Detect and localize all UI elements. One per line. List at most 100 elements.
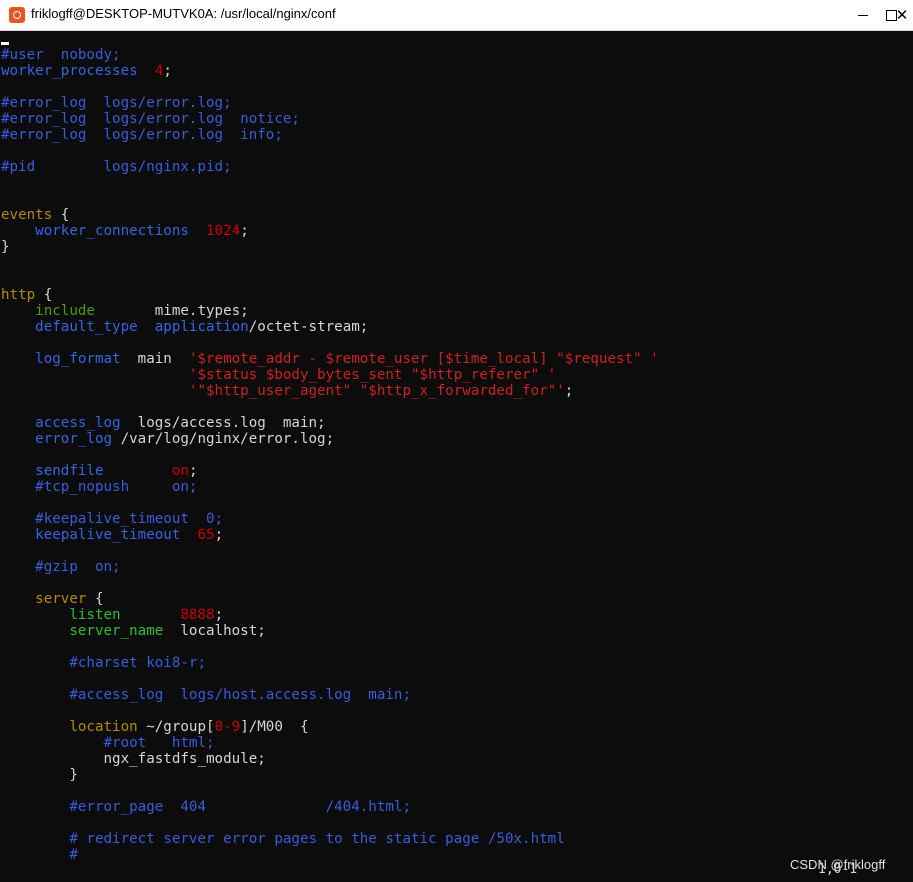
code-line: #tcp_nopush on;	[1, 479, 197, 495]
window-title: friklogff@DESKTOP-MUTVK0A: /usr/local/ng…	[31, 6, 336, 21]
code-token: sendfile	[35, 463, 104, 479]
code-token: listen	[69, 607, 121, 623]
code-line: server {	[1, 591, 104, 607]
code-token: localhost;	[163, 623, 266, 639]
code-token: 0-9	[214, 719, 241, 735]
code-token: #charset koi8-r;	[69, 655, 207, 671]
code-line: #error_page 404 /404.html;	[1, 799, 411, 815]
code-token: log_format	[35, 351, 121, 367]
code-line: include mime.types;	[1, 303, 249, 319]
code-token: ;	[240, 223, 249, 239]
code-line: #gzip on;	[1, 559, 121, 575]
code-line: worker_processes 4;	[1, 63, 172, 79]
code-line: #user nobody;	[1, 47, 121, 63]
code-token: server_name	[69, 623, 164, 639]
code-token: #error_log logs/error.log notice;	[1, 111, 300, 127]
code-line: server_name localhost;	[1, 623, 266, 639]
code-line: listen 8888;	[1, 607, 223, 623]
code-token: ;	[163, 63, 172, 79]
code-line: error_log /var/log/nginx/error.log;	[1, 431, 334, 447]
code-token: access_log	[35, 415, 121, 431]
code-token: events	[1, 207, 53, 223]
code-token: #error_log logs/error.log;	[1, 95, 232, 111]
title-bar: friklogff@DESKTOP-MUTVK0A: /usr/local/ng…	[0, 0, 913, 31]
code-token: /octet-stream;	[248, 319, 369, 335]
code-line: #access_log logs/host.access.log main;	[1, 687, 411, 703]
code-token: ;	[564, 383, 574, 399]
code-token: 65	[197, 527, 215, 543]
code-token: worker_connections	[35, 223, 189, 239]
code-line: #charset koi8-r;	[1, 655, 206, 671]
code-token: application	[154, 319, 249, 335]
code-token: #error_page 404 /404.html;	[69, 799, 412, 815]
code-line: access_log logs/access.log main;	[1, 415, 325, 431]
watermark-text: CSDN @friklogff	[790, 857, 886, 872]
code-token: ~/group[	[137, 719, 215, 735]
code-line: #error_log logs/error.log;	[1, 95, 232, 111]
code-line: events {	[1, 207, 69, 223]
close-button[interactable]: ✕	[891, 0, 913, 30]
code-line: '$status $body_bytes_sent "$http_referer…	[1, 367, 556, 383]
code-token: default_type	[35, 319, 138, 335]
code-line: worker_connections 1024;	[1, 223, 249, 239]
code-token: {	[86, 591, 104, 607]
code-token: {	[35, 287, 53, 303]
code-line: # redirect server error pages to the sta…	[1, 831, 564, 847]
code-token: #error_log logs/error.log info;	[1, 127, 283, 143]
code-token: ;	[214, 527, 224, 543]
code-token: #pid logs/nginx.pid;	[1, 159, 232, 175]
code-token: include	[35, 303, 95, 319]
code-token: http	[1, 287, 36, 303]
code-token: #root html;	[103, 735, 215, 751]
code-line: ngx_fastdfs_module;	[1, 751, 266, 767]
code-token: '$remote_addr - $remote_user [$time_loca…	[188, 351, 659, 367]
code-token: 8888	[180, 607, 215, 623]
code-line: }	[1, 767, 78, 783]
code-token: }	[1, 767, 78, 783]
code-token: ]/M00 {	[240, 719, 309, 735]
code-token: mime.types;	[94, 303, 249, 319]
code-token: #keepalive_timeout 0;	[35, 511, 224, 527]
code-token: keepalive_timeout	[35, 527, 181, 543]
code-line: #error_log logs/error.log notice;	[1, 111, 300, 127]
code-line: keepalive_timeout 65;	[1, 527, 223, 543]
code-line: log_format main '$remote_addr - $remote_…	[1, 351, 659, 367]
code-token: {	[52, 207, 70, 223]
code-token: location	[69, 719, 138, 735]
code-token: ;	[188, 463, 198, 479]
code-token: error_log	[35, 431, 113, 447]
code-token: /var/log/nginx/error.log;	[112, 431, 335, 447]
code-token: server	[35, 591, 87, 607]
code-token: '"$http_user_agent" "$http_x_forwarded_f…	[188, 383, 565, 399]
code-token: ngx_fastdfs_module;	[1, 751, 266, 767]
code-line: #root html;	[1, 735, 215, 751]
code-token: #gzip on;	[35, 559, 121, 575]
code-line: http {	[1, 287, 52, 303]
code-line: #keepalive_timeout 0;	[1, 511, 223, 527]
code-line: sendfile on;	[1, 463, 198, 479]
